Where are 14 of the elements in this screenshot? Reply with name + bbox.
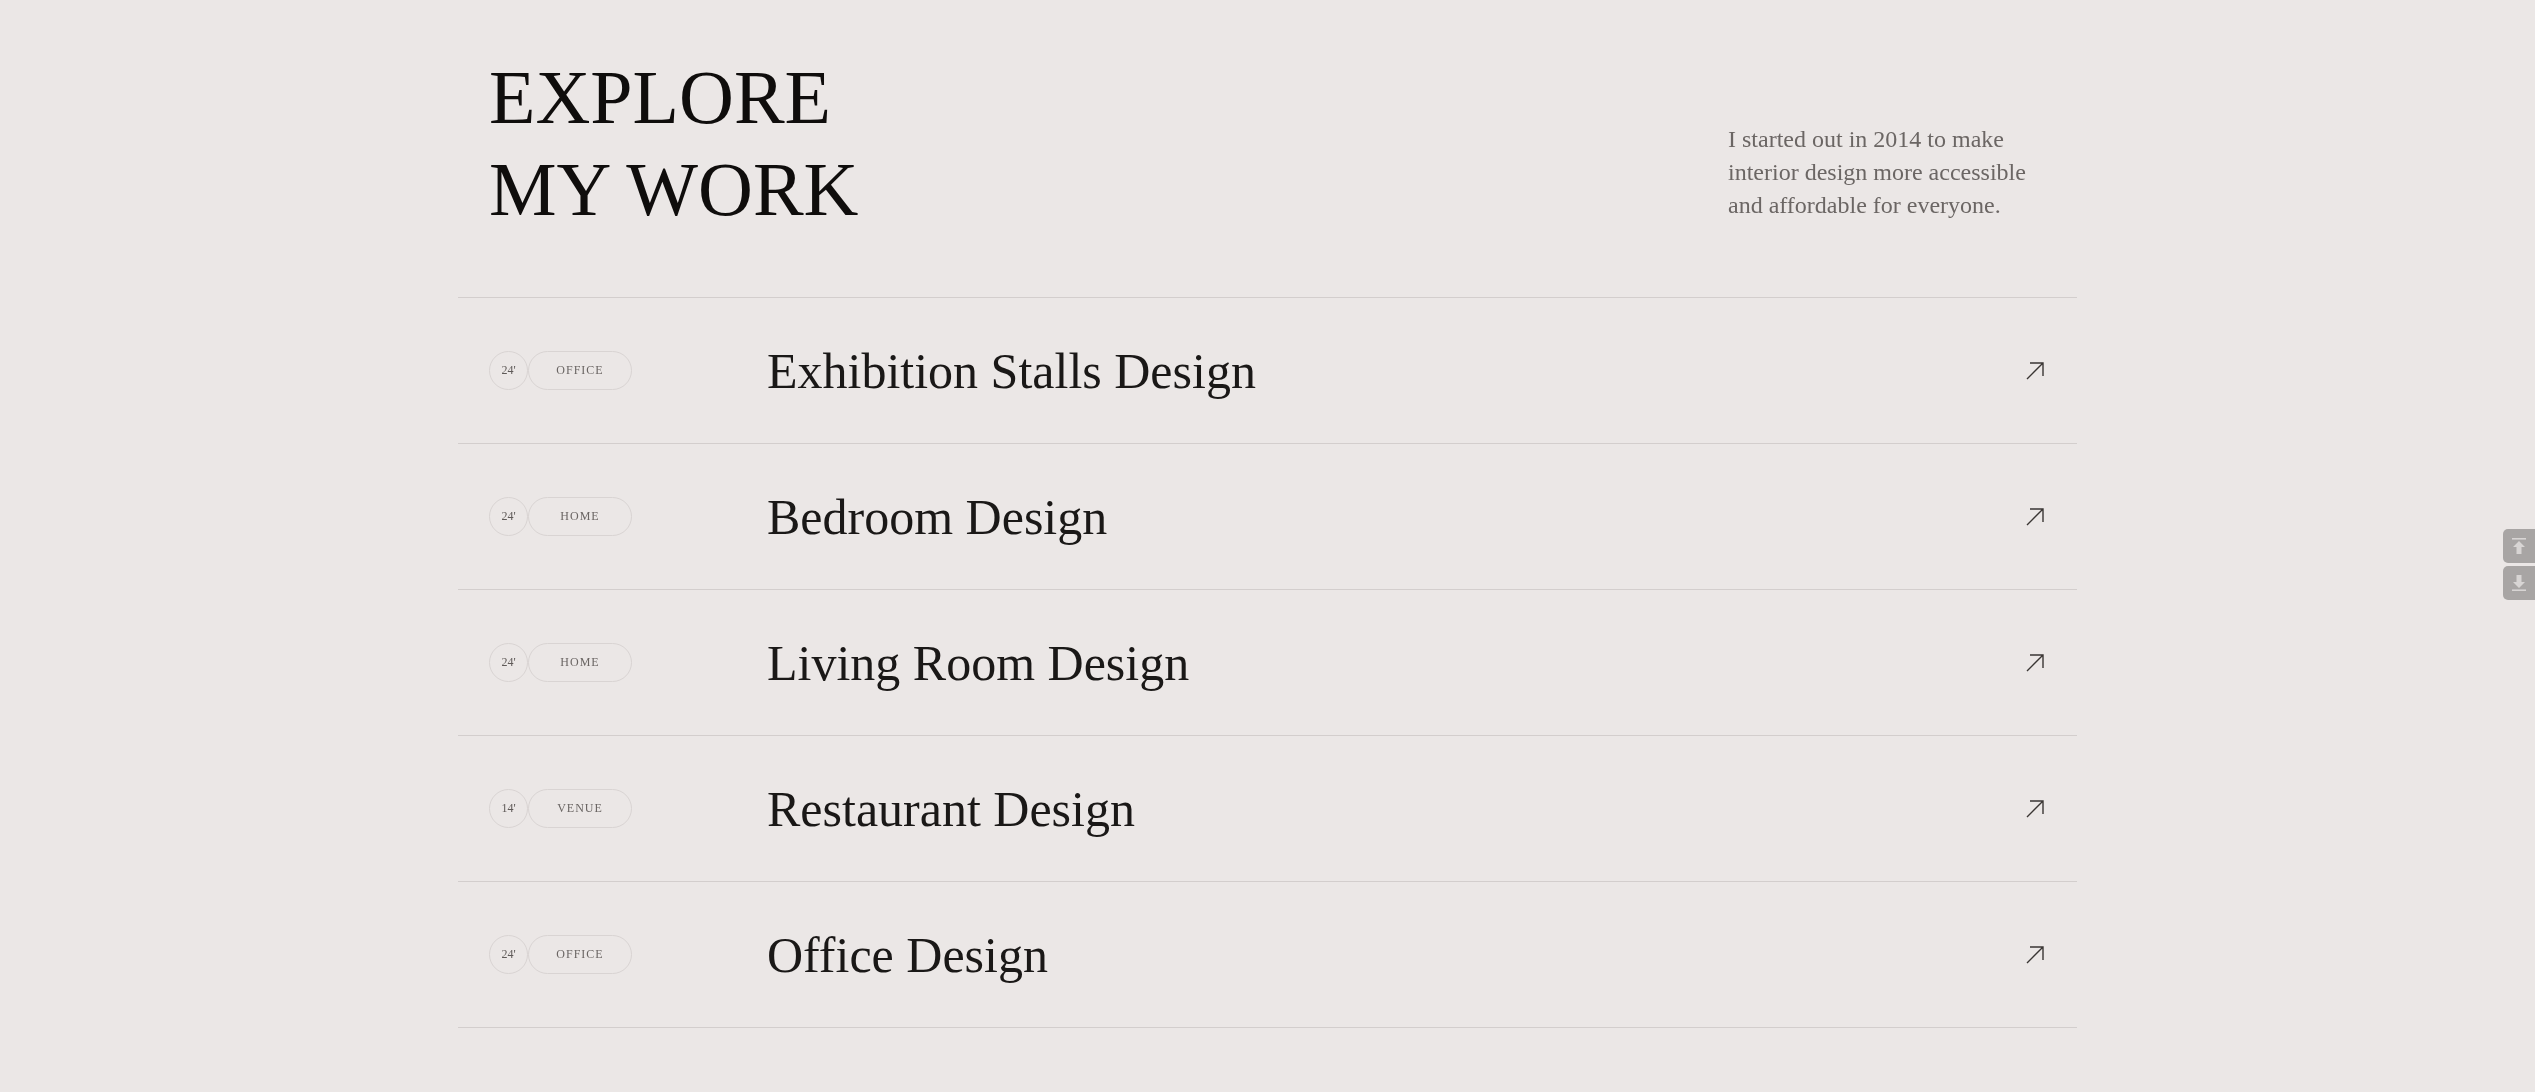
project-title[interactable]: Office Design [767, 924, 1048, 985]
arrow-up-right-icon[interactable] [2026, 799, 2044, 818]
arrow-to-top-icon [2512, 538, 2526, 554]
project-title[interactable]: Living Room Design [767, 632, 1190, 693]
arrow-up-right-icon[interactable] [2026, 507, 2044, 526]
project-title[interactable]: Exhibition Stalls Design [767, 340, 1256, 401]
arrow-up-right-icon[interactable] [2026, 653, 2044, 672]
arrow-up-right-icon[interactable] [2026, 361, 2044, 380]
page-heading: EXPLORE MY WORK [489, 54, 860, 233]
intro-text: I started out in 2014 to make interior design more accessible and affordable for everyone. [1728, 125, 2027, 220]
arrow-up-right-icon[interactable] [2026, 945, 2044, 964]
project-title[interactable]: Bedroom Design [767, 486, 1108, 547]
project-title[interactable]: Restaurant Design [767, 778, 1135, 839]
arrow-to-bottom-icon [2512, 575, 2526, 591]
